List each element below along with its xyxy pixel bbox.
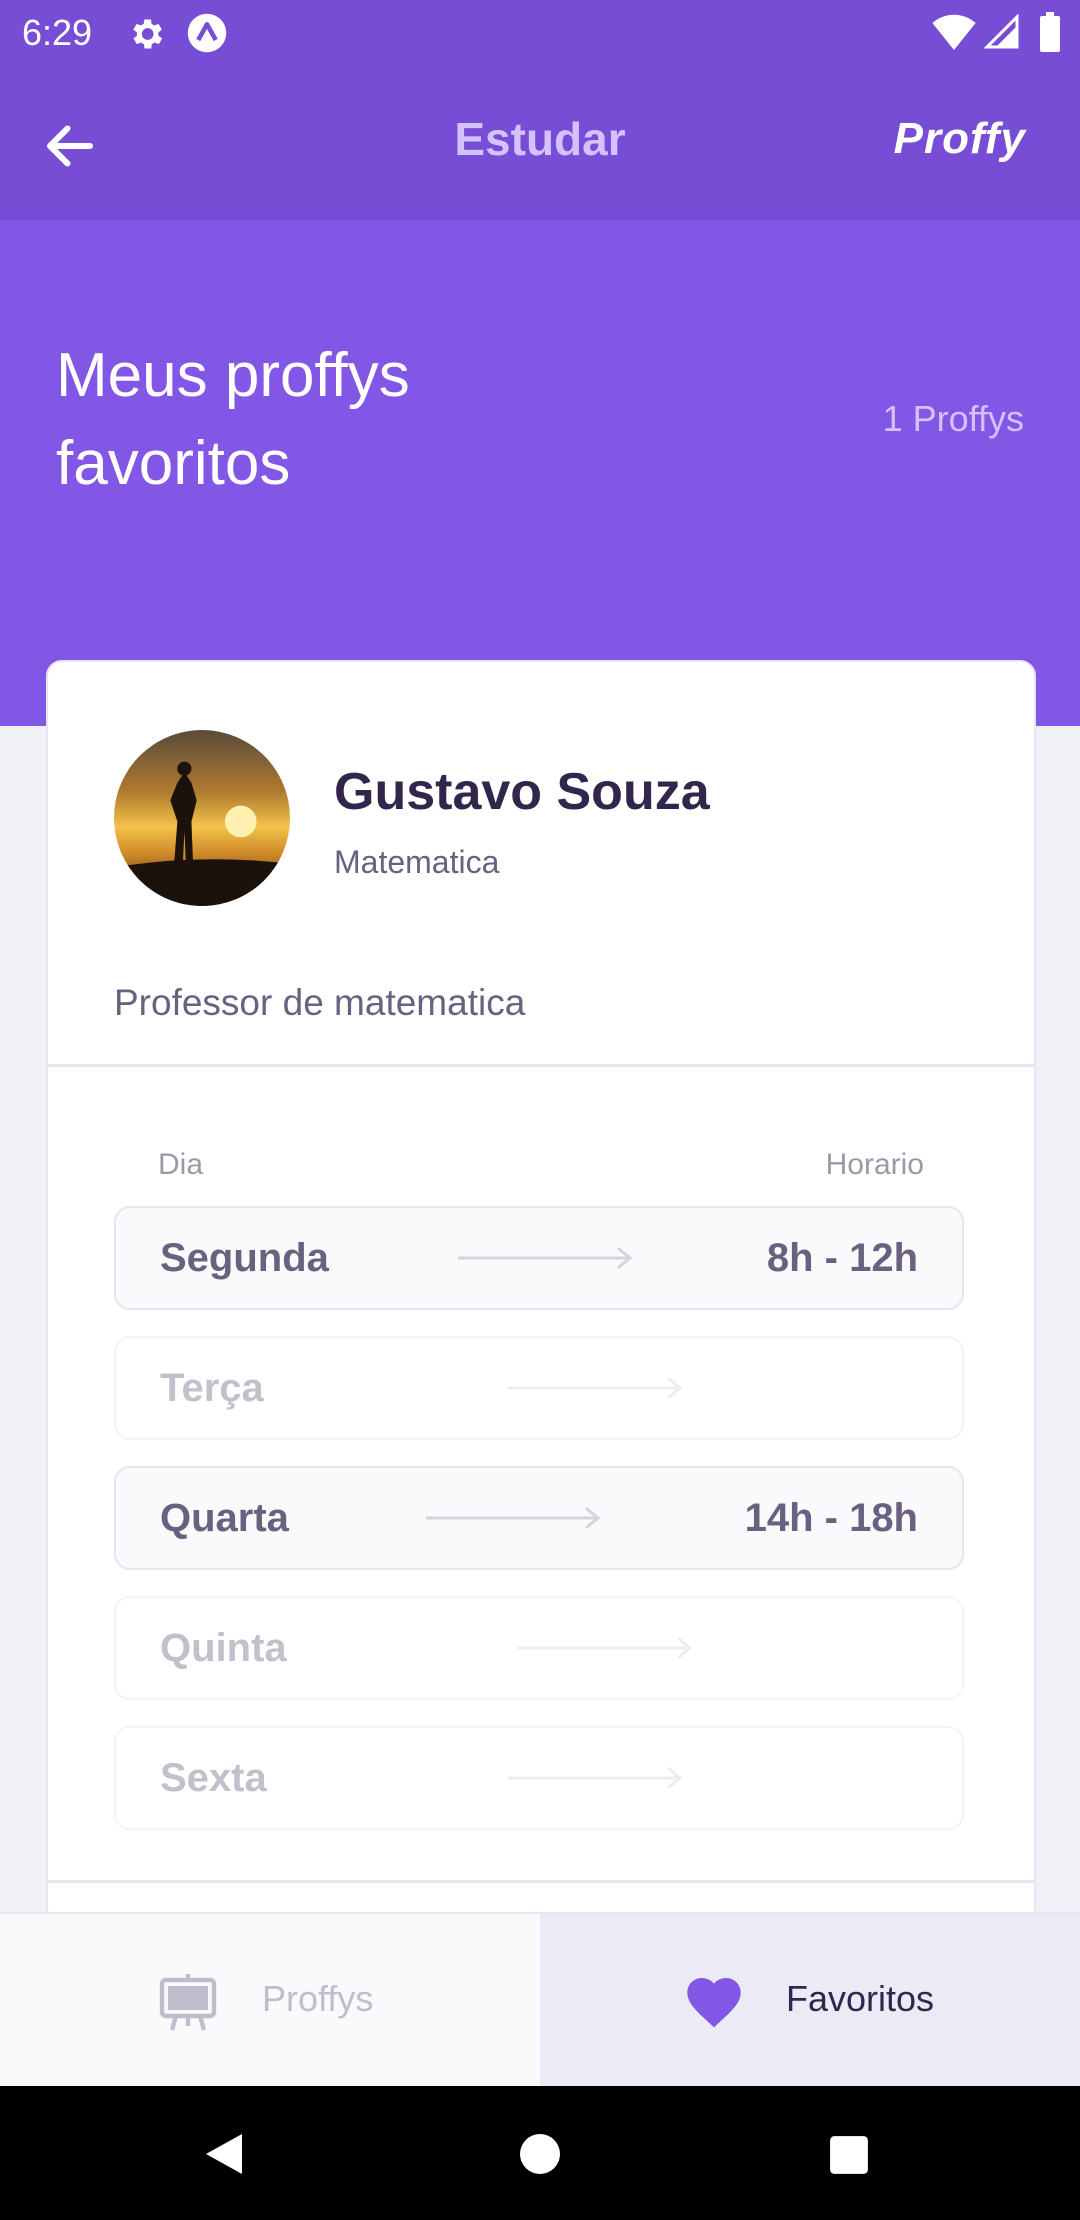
hero-heading-line1: Meus proffys <box>56 341 410 410</box>
schedule-day: Terça <box>160 1366 264 1410</box>
arrow-right-icon <box>518 1636 693 1660</box>
wifi-icon <box>932 14 976 50</box>
teacher-name: Gustavo Souza <box>334 763 710 821</box>
battery-icon <box>1040 12 1060 52</box>
arrow-right-icon <box>458 1246 633 1270</box>
schedule-row-sexta: Sexta <box>114 1726 964 1830</box>
schedule-row-segunda: Segunda 8h - 12h <box>114 1206 964 1310</box>
schedule-day: Quarta <box>160 1496 289 1540</box>
schedule-row-terca: Terça <box>114 1336 964 1440</box>
favorites-count: 1 Proffys <box>882 398 1024 439</box>
hero-section: Meus proffys favoritos 1 Proffys <box>0 220 1080 726</box>
arrow-right-icon <box>508 1376 683 1400</box>
schedule-day: Segunda <box>160 1236 329 1280</box>
schedule-hours: 14h - 18h <box>744 1496 918 1540</box>
system-navigation-bar <box>0 2086 1080 2220</box>
arrow-right-icon <box>426 1506 601 1530</box>
schedule-row-quarta: Quarta 14h - 18h <box>114 1466 964 1570</box>
card-divider <box>48 1064 1034 1067</box>
card-footer-divider <box>48 1880 1034 1883</box>
schedule-row-quinta: Quinta <box>114 1596 964 1700</box>
teacher-subject: Matematica <box>334 844 500 880</box>
tab-label: Favoritos <box>786 1978 935 2019</box>
nav-home-icon[interactable] <box>518 2132 562 2176</box>
nav-recents-icon[interactable] <box>828 2134 870 2176</box>
status-time: 6:29 <box>22 12 93 53</box>
heart-icon <box>687 1978 741 2028</box>
tab-label: Proffys <box>262 1978 374 2019</box>
status-bar: 6:29 <box>0 0 1080 66</box>
bottom-tab-bar: Proffys Favoritos <box>0 1912 1080 2088</box>
cellular-signal-icon <box>984 14 1019 49</box>
gear-icon <box>133 19 163 49</box>
hero-heading: Meus proffys favoritos <box>56 332 576 508</box>
teacher-bio: Professor de matematica <box>114 982 526 1023</box>
schedule-hours: 8h - 12h <box>766 1236 918 1280</box>
app-notification-icon <box>187 13 227 53</box>
proffy-logo: Proffy <box>893 114 1026 163</box>
app-bar: Estudar Proffy <box>0 66 1080 220</box>
teacher-card: Gustavo Souza Matematica Professor de ma… <box>46 660 1036 1924</box>
tab-favoritos[interactable]: Favoritos <box>540 1914 1080 2088</box>
arrow-right-icon <box>508 1766 683 1790</box>
avatar <box>114 730 290 906</box>
schedule-day: Sexta <box>160 1756 267 1800</box>
nav-back-icon[interactable] <box>202 2130 246 2178</box>
schedule-day: Quinta <box>160 1626 287 1670</box>
easel-icon <box>159 1974 217 2031</box>
schedule-header-time: Horario <box>825 1148 924 1181</box>
schedule-header-day: Dia <box>158 1148 204 1181</box>
hero-heading-line2: favoritos <box>56 429 291 498</box>
tab-proffys[interactable]: Proffys <box>0 1914 540 2088</box>
